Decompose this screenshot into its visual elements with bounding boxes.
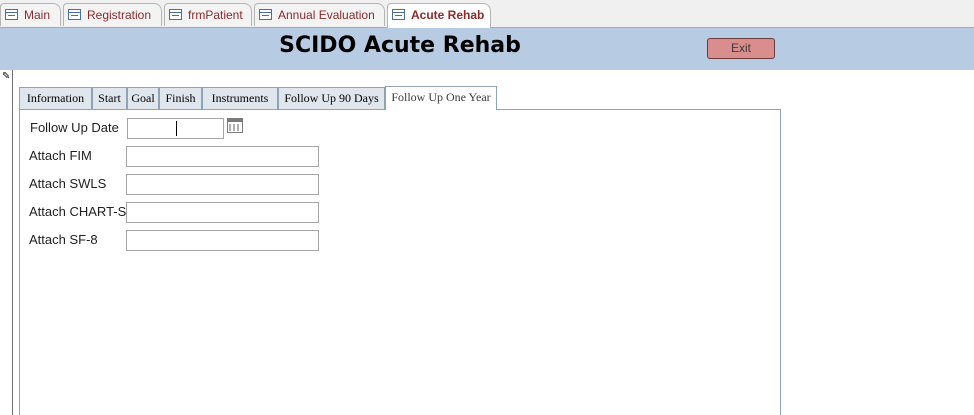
attach-sf8-label: Attach SF-8 xyxy=(29,232,98,247)
text-caret xyxy=(176,121,177,136)
form-icon xyxy=(392,9,405,20)
tab-start[interactable]: Start xyxy=(92,87,127,109)
attach-swls-label: Attach SWLS xyxy=(29,176,107,191)
doc-tab-main[interactable]: Main xyxy=(0,3,61,26)
attach-sf8-field[interactable] xyxy=(126,230,319,251)
document-tab-bar: Main Registration frmPatient Annual Eval… xyxy=(0,0,974,28)
attach-fim-field[interactable] xyxy=(126,146,319,167)
form-icon xyxy=(259,9,272,20)
attach-fim-label: Attach FIM xyxy=(29,148,92,163)
doc-tab-acute-rehab[interactable]: Acute Rehab xyxy=(387,3,491,28)
tab-information[interactable]: Information xyxy=(19,87,92,109)
tab-finish[interactable]: Finish xyxy=(159,87,202,109)
doc-tab-label: Registration xyxy=(87,8,152,22)
follow-up-date-field[interactable] xyxy=(127,118,224,139)
doc-tab-label: Annual Evaluation xyxy=(278,8,375,22)
attach-swls-field[interactable] xyxy=(126,174,319,195)
pencil-icon: ✎ xyxy=(2,71,11,82)
form-header: SCIDO Acute Rehab Exit xyxy=(0,28,974,70)
doc-tab-label: Main xyxy=(24,8,51,22)
attach-chart-s-label: Attach CHART-S xyxy=(29,204,127,219)
doc-tab-registration[interactable]: Registration xyxy=(63,3,162,26)
tab-follow-up-90-days[interactable]: Follow Up 90 Days xyxy=(278,87,385,109)
calendar-icon[interactable] xyxy=(227,118,243,133)
doc-tab-label: Acute Rehab xyxy=(411,8,485,22)
form-icon xyxy=(68,9,81,20)
doc-tab-annual-evaluation[interactable]: Annual Evaluation xyxy=(254,3,385,26)
form-title: SCIDO Acute Rehab xyxy=(279,33,521,58)
exit-button[interactable]: Exit xyxy=(707,38,775,59)
attach-chart-s-field[interactable] xyxy=(126,202,319,223)
follow-up-date-label: Follow Up Date xyxy=(30,120,119,135)
tab-follow-up-one-year[interactable]: Follow Up One Year xyxy=(385,86,497,110)
tab-instruments[interactable]: Instruments xyxy=(202,87,278,109)
doc-tab-frmpatient[interactable]: frmPatient xyxy=(164,3,252,26)
record-selector[interactable]: ✎ xyxy=(0,70,13,415)
form-icon xyxy=(169,9,182,20)
form-icon xyxy=(5,9,18,20)
tab-goal[interactable]: Goal xyxy=(127,87,159,109)
doc-tab-label: frmPatient xyxy=(188,8,243,22)
